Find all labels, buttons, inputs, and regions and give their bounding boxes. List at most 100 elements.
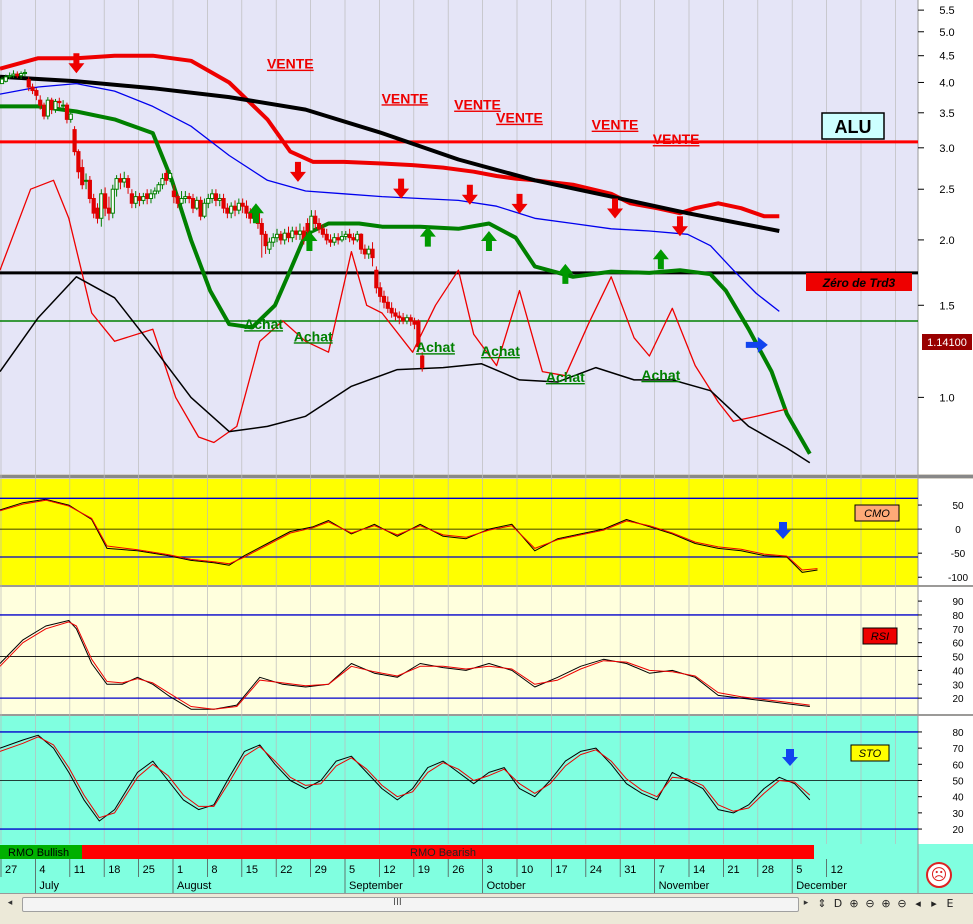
zero-label: Zéro de Trd3	[822, 276, 896, 290]
day-label: 5	[349, 864, 355, 876]
sto-tick-label: 80	[952, 728, 964, 739]
day-label: 29	[315, 864, 327, 876]
zoom-out-2-icon[interactable]: ⊖	[894, 896, 910, 912]
scroll-left-icon[interactable]: ◂	[3, 897, 17, 910]
month-label: October	[487, 880, 526, 892]
candle-body	[347, 233, 352, 239]
day-label: 4	[39, 864, 45, 876]
candle-body	[3, 76, 8, 82]
nav-right-icon[interactable]: ▸	[926, 896, 942, 912]
toolbar-button-1[interactable]: ⇕	[814, 896, 830, 912]
candle-body	[179, 197, 184, 204]
candle-body	[152, 190, 157, 195]
candle-body	[229, 205, 234, 214]
rsi-tick-label: 70	[952, 625, 964, 636]
cmo-tick-label: 50	[952, 501, 964, 512]
vente-label: VENTE	[653, 131, 700, 147]
day-label: 24	[590, 864, 602, 876]
candle-body	[110, 188, 115, 214]
cmo-axis-bg	[918, 479, 973, 585]
candle-body	[61, 104, 66, 107]
candle-body	[389, 307, 394, 314]
price-tick-label: 3.5	[939, 108, 954, 120]
sto-axis-bg	[918, 716, 973, 844]
candle-body	[236, 202, 241, 211]
scroll-track[interactable]: III	[22, 897, 799, 912]
vente-label: VENTE	[267, 56, 314, 72]
achat-label: Achat	[244, 316, 283, 332]
candle-body	[148, 193, 154, 199]
candle-body	[202, 202, 207, 217]
horizontal-scrollbar[interactable]: ◂ III ▸ ⇕ D ⊕ ⊖ ⊕ ⊖ ◂ ▸ E	[0, 893, 973, 914]
candle-body	[225, 207, 230, 214]
month-label: July	[39, 880, 59, 892]
day-label: 8	[211, 864, 217, 876]
rsi-tick-label: 90	[952, 597, 964, 608]
nav-left-icon[interactable]: ◂	[910, 896, 926, 912]
candle-body	[248, 212, 253, 219]
day-label: 17	[555, 864, 567, 876]
candle-body	[198, 199, 203, 217]
zoom-out-icon[interactable]: ⊖	[862, 896, 878, 912]
price-tick-label: 2.0	[939, 235, 954, 247]
candle-body	[49, 99, 54, 111]
toolbar-button-e[interactable]: E	[942, 896, 958, 912]
achat-label: Achat	[641, 367, 680, 383]
candle-body	[217, 197, 222, 201]
candle-body	[366, 248, 371, 255]
day-label: 5	[796, 864, 802, 876]
candle-body	[397, 315, 402, 319]
candle-body	[374, 269, 379, 289]
day-label: 15	[246, 864, 258, 876]
candle-body	[114, 178, 119, 190]
day-label: 11	[74, 864, 85, 876]
scroll-right-icon[interactable]: ▸	[799, 897, 813, 910]
day-label: 7	[659, 864, 665, 876]
candle-body	[412, 320, 417, 325]
vente-label: VENTE	[496, 110, 543, 126]
cmo-tick-label: -100	[948, 573, 968, 584]
cmo-tick-label: 0	[955, 525, 961, 536]
sto-tick-label: 50	[952, 777, 964, 788]
candle-body	[38, 99, 43, 106]
achat-label: Achat	[481, 343, 520, 359]
candle-body	[408, 317, 413, 322]
price-tick-label: 2.5	[939, 184, 954, 196]
day-label: 21	[727, 864, 739, 876]
zoom-in-icon[interactable]: ⊕	[846, 896, 862, 912]
candle-body	[72, 129, 77, 153]
day-label: 18	[108, 864, 120, 876]
candle-body	[297, 230, 303, 235]
candle-body	[164, 172, 169, 181]
candle-body	[30, 86, 35, 92]
candle-body	[156, 184, 161, 192]
rsi-tick-label: 20	[952, 694, 964, 705]
chart-window: 1.0 1.5 2.0 2.5 3.0 3.5 4.0 4.5 5.0 5.5 VENTE VENTE…	[0, 0, 973, 924]
candle-body	[53, 100, 58, 111]
candle-body	[34, 90, 39, 96]
day-label: 12	[383, 864, 395, 876]
candle-body	[106, 207, 112, 214]
candle-body	[404, 317, 410, 322]
candle-body	[339, 236, 345, 241]
sto-tick-label: 60	[952, 760, 964, 771]
candle-body	[328, 239, 333, 243]
toolbar-button-2[interactable]: D	[830, 896, 846, 912]
sad-face-icon[interactable]: ☹	[926, 862, 952, 888]
candle-body	[420, 355, 425, 369]
candle-body	[263, 233, 268, 247]
zoom-in-2-icon[interactable]: ⊕	[878, 896, 894, 912]
sto-label: STO	[859, 748, 882, 760]
candle-body	[15, 73, 20, 77]
candle-body	[95, 207, 100, 219]
sto-tick-label: 40	[952, 793, 964, 804]
scroll-grip[interactable]: III	[393, 897, 402, 908]
cmo-label: CMO	[864, 508, 890, 520]
candle-body	[370, 248, 375, 259]
rsi-tick-label: 40	[952, 666, 964, 677]
candle-body	[183, 196, 188, 199]
candle-body	[76, 151, 81, 173]
candle-body	[19, 73, 24, 77]
vente-label: VENTE	[454, 97, 501, 113]
candle-body	[232, 205, 238, 211]
